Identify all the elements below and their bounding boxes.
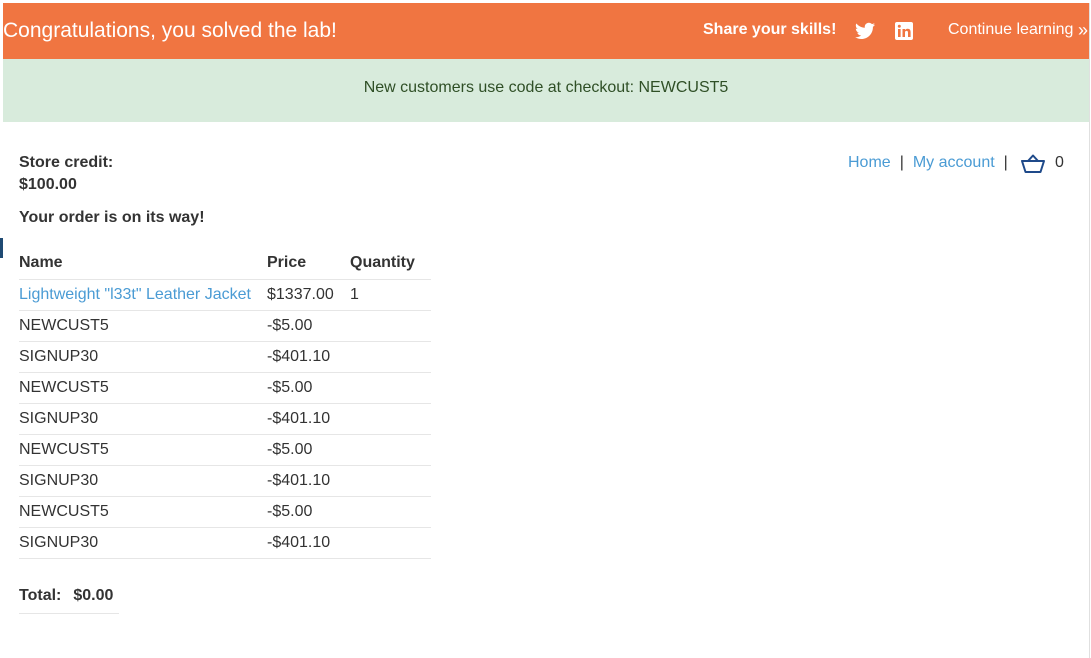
order-total: Total: $0.00 (19, 587, 119, 614)
nav-separator: | (899, 154, 904, 171)
home-link[interactable]: Home (848, 154, 891, 171)
share-skills-label: Share your skills! (703, 21, 837, 38)
item-price-cell: -$401.10 (267, 403, 350, 435)
item-quantity-cell (350, 496, 431, 528)
table-row: Lightweight "l33t" Leather Jacket $1337.… (19, 279, 431, 311)
item-quantity-cell (350, 310, 431, 342)
banner-title: Congratulations, you solved the lab! (3, 19, 337, 42)
item-price-cell: $1337.00 (267, 279, 350, 311)
cart-icon[interactable] (1021, 154, 1045, 174)
item-name-cell: Lightweight "l33t" Leather Jacket (19, 279, 267, 311)
item-quantity-cell: 1 (350, 279, 431, 311)
column-header-name: Name (19, 247, 267, 280)
store-credit-label: Store credit: (19, 154, 114, 171)
continue-learning-link[interactable]: Continue learning (948, 21, 1073, 39)
item-quantity-cell (350, 403, 431, 435)
item-quantity-cell (350, 434, 431, 466)
item-quantity-cell (350, 341, 431, 373)
item-price-cell: -$5.00 (267, 496, 350, 528)
promo-notice-text: New customers use code at checkout: NEWC… (363, 79, 729, 96)
item-name-cell: SIGNUP30 (19, 403, 267, 435)
item-price-cell: -$5.00 (267, 434, 350, 466)
item-name-cell: SIGNUP30 (19, 341, 267, 373)
table-row: NEWCUST5 -$5.00 (19, 434, 431, 466)
item-quantity-cell (350, 372, 431, 404)
item-name-cell: NEWCUST5 (19, 310, 267, 342)
item-price-cell: -$401.10 (267, 341, 350, 373)
solved-banner: Congratulations, you solved the lab! Sha… (3, 3, 1089, 59)
promo-notice: New customers use code at checkout: NEWC… (3, 59, 1089, 122)
nav-separator: | (1003, 154, 1008, 171)
table-row: SIGNUP30 -$401.10 (19, 341, 431, 373)
top-nav: Home | My account | (848, 154, 1017, 172)
page-frame: Congratulations, you solved the lab! Sha… (3, 3, 1090, 658)
item-quantity-cell (350, 465, 431, 497)
order-table: Name Price Quantity Lightweight "l33t" L… (19, 247, 431, 559)
store-credit-value: $100.00 (19, 176, 77, 193)
order-status-message: Your order is on its way! (19, 209, 205, 226)
table-row: SIGNUP30 -$401.10 (19, 403, 431, 435)
table-row: NEWCUST5 -$5.00 (19, 496, 431, 528)
table-row: NEWCUST5 -$5.00 (19, 372, 431, 404)
item-quantity-cell (350, 527, 431, 559)
table-row: SIGNUP30 -$401.10 (19, 527, 431, 559)
item-name-cell: NEWCUST5 (19, 434, 267, 466)
total-label: Total: (19, 587, 62, 604)
my-account-link[interactable]: My account (913, 154, 995, 171)
item-price-cell: -$5.00 (267, 372, 350, 404)
total-value: $0.00 (73, 587, 114, 604)
cart-count[interactable]: 0 (1055, 154, 1064, 172)
table-row: NEWCUST5 -$5.00 (19, 310, 431, 342)
column-header-quantity: Quantity (350, 247, 431, 280)
item-price-cell: -$5.00 (267, 310, 350, 342)
linkedin-icon[interactable] (895, 22, 913, 40)
twitter-icon[interactable] (855, 22, 875, 40)
item-name-cell: SIGNUP30 (19, 465, 267, 497)
item-name-cell: NEWCUST5 (19, 496, 267, 528)
product-link[interactable]: Lightweight "l33t" Leather Jacket (19, 286, 251, 303)
table-header-row: Name Price Quantity (19, 247, 431, 280)
item-price-cell: -$401.10 (267, 465, 350, 497)
table-row: SIGNUP30 -$401.10 (19, 465, 431, 497)
double-chevron-right-icon[interactable]: » (1078, 20, 1088, 41)
item-price-cell: -$401.10 (267, 527, 350, 559)
column-header-price: Price (267, 247, 350, 280)
item-name-cell: SIGNUP30 (19, 527, 267, 559)
item-name-cell: NEWCUST5 (19, 372, 267, 404)
